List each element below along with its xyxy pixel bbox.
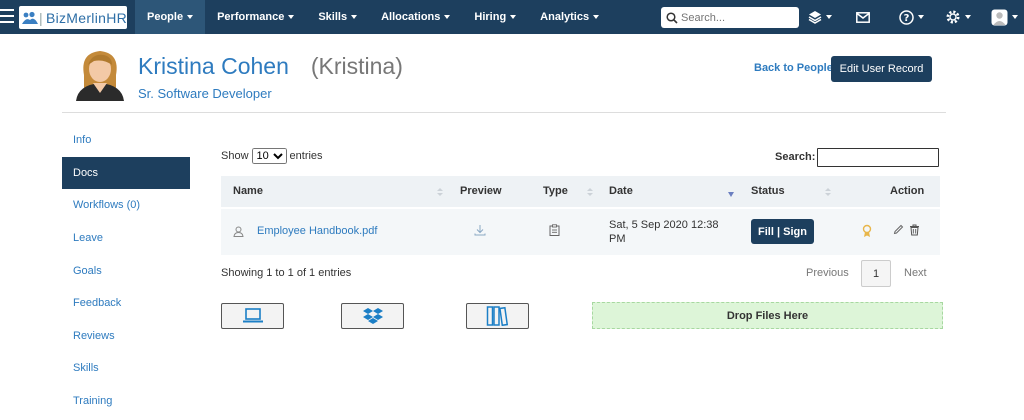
gear-icon: [946, 10, 960, 24]
edit-icon[interactable]: [893, 224, 904, 235]
svg-text:?: ?: [904, 13, 910, 24]
menu-performance[interactable]: Performance: [205, 0, 306, 34]
sidebar-item-goals[interactable]: Goals: [62, 254, 190, 287]
header-divider: [62, 112, 946, 113]
logo-text: BizMerlinHR: [45, 9, 128, 26]
column-header-action: Action: [890, 185, 925, 197]
sidebar-item-info[interactable]: Info: [62, 124, 190, 157]
edit-user-record-button[interactable]: Edit User Record: [831, 56, 932, 82]
upload-from-library-button[interactable]: [466, 303, 529, 329]
previous-page-button[interactable]: Previous: [806, 267, 849, 279]
layers-menu[interactable]: [808, 8, 832, 26]
sort-desc-icon: [728, 192, 734, 197]
profile-avatar: [74, 45, 126, 101]
download-icon[interactable]: [474, 224, 486, 236]
column-header-status[interactable]: Status: [751, 185, 785, 197]
main-menu: People Performance Skills Allocations Hi…: [135, 0, 611, 34]
profile-title: Sr. Software Developer: [138, 86, 272, 101]
user-outline-icon: [233, 226, 244, 237]
menu-analytics[interactable]: Analytics: [528, 0, 611, 34]
menu-allocations[interactable]: Allocations: [369, 0, 462, 34]
table-info: Showing 1 to 1 of 1 entries: [221, 267, 352, 279]
drop-files-zone[interactable]: Drop Files Here: [592, 302, 943, 329]
sidebar-item-feedback[interactable]: Feedback: [62, 287, 190, 320]
certificate-icon[interactable]: [862, 224, 872, 238]
upload-from-computer-button[interactable]: [221, 303, 284, 329]
global-search-input[interactable]: [681, 11, 793, 24]
entries-select[interactable]: 10: [251, 148, 287, 164]
logo-icon: [22, 11, 38, 24]
help-icon: ?: [899, 9, 914, 25]
top-nav: | BizMerlinHR People Performance Skills …: [0, 0, 1024, 34]
upload-from-dropbox-button[interactable]: [341, 303, 404, 329]
dropbox-icon: [362, 308, 383, 324]
table-search-input[interactable]: [817, 148, 939, 167]
user-menu[interactable]: [991, 8, 1018, 26]
sort-icon: [825, 188, 831, 196]
laptop-icon: [242, 308, 263, 323]
table-row: Employee Handbook.pdf Sat, 5 Sep 2020 12…: [221, 209, 940, 255]
sidebar-item-docs[interactable]: Docs: [62, 156, 190, 190]
global-search: [661, 7, 799, 28]
column-header-date[interactable]: Date: [609, 185, 633, 197]
document-link[interactable]: Employee Handbook.pdf: [257, 225, 377, 237]
profile-sidebar: Info Docs Workflows (0) Leave Goals Feed…: [62, 124, 190, 417]
sidebar-item-leave[interactable]: Leave: [62, 222, 190, 255]
next-page-button[interactable]: Next: [904, 267, 927, 279]
entries-length: Show 10 entries: [221, 148, 323, 164]
profile-name-row: Kristina Cohen (Kristina): [138, 53, 403, 80]
settings-menu[interactable]: [945, 8, 971, 26]
fill-sign-button[interactable]: Fill | Sign: [751, 219, 814, 244]
sidebar-item-training[interactable]: Training: [62, 385, 190, 418]
sort-icon: [587, 188, 593, 196]
profile-nickname: (Kristina): [310, 53, 403, 79]
trash-icon[interactable]: [909, 224, 920, 236]
help-menu[interactable]: ?: [899, 8, 924, 26]
entries-label: entries: [289, 150, 323, 162]
search-icon: [666, 11, 678, 24]
library-books-icon: [486, 306, 508, 326]
menu-skills[interactable]: Skills: [306, 0, 369, 34]
back-to-people-link[interactable]: Back to People: [754, 62, 833, 74]
document-date: Sat, 5 Sep 2020 12:38 PM: [609, 219, 719, 245]
column-header-type[interactable]: Type: [543, 185, 568, 197]
messages[interactable]: [856, 8, 870, 26]
clipboard-icon: [549, 224, 560, 236]
column-header-preview: Preview: [460, 185, 502, 197]
menu-hiring[interactable]: Hiring: [462, 0, 528, 34]
envelope-icon: [856, 11, 870, 23]
table-search-label: Search:: [775, 151, 816, 163]
sidebar-item-reviews[interactable]: Reviews: [62, 320, 190, 353]
docs-table-header: Name Preview Type Date Status Action: [221, 176, 940, 207]
layers-icon: [808, 11, 822, 24]
profile-name: Kristina Cohen: [138, 53, 289, 79]
show-label: Show: [221, 150, 249, 162]
user-avatar-icon: [991, 9, 1008, 25]
sort-icon: [437, 188, 443, 196]
sidebar-item-workflows[interactable]: Workflows (0): [62, 189, 190, 222]
sidebar-item-skills[interactable]: Skills: [62, 352, 190, 385]
menu-people[interactable]: People: [135, 0, 206, 34]
column-header-name[interactable]: Name: [233, 185, 263, 197]
app-logo[interactable]: | BizMerlinHR: [19, 6, 127, 29]
menu-icon[interactable]: [0, 9, 14, 25]
page-number-button[interactable]: 1: [861, 260, 891, 287]
